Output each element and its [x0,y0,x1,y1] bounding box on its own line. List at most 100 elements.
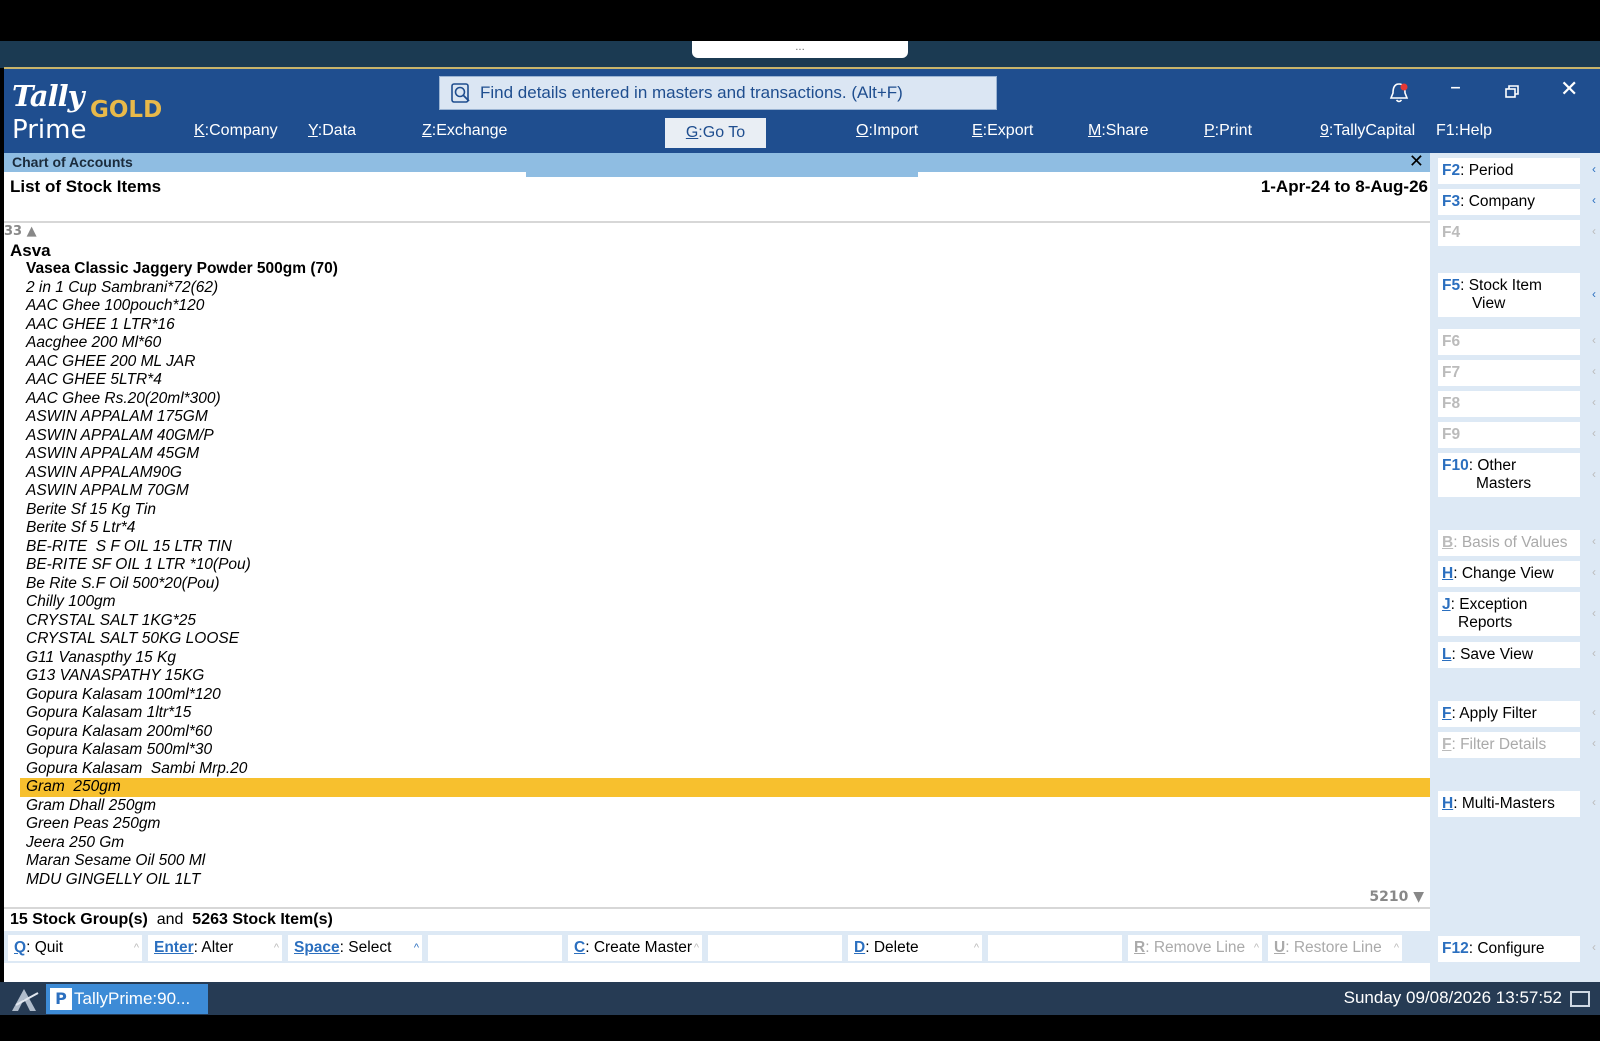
create-key: C [574,939,586,956]
f9-button[interactable]: F9 ‹ [1438,422,1596,448]
stock-item-row[interactable]: CRYSTAL SALT 50KG LOOSE [20,630,1430,649]
stock-item-row[interactable]: BE-RITE SF OIL 1 LTR *10(Pou) [20,556,1430,575]
stock-item-row[interactable]: ASWIN APPALAM90G [20,464,1430,483]
search-placeholder: Find details entered in masters and tran… [480,83,903,102]
f4-key: F4 [1442,224,1461,241]
stock-item-row[interactable]: 2 in 1 Cup Sambrani*72(62) [20,279,1430,298]
stock-item-row[interactable]: BE-RITE S F OIL 15 LTR TIN [20,538,1430,557]
filter-key: F [1442,736,1452,753]
save-view-button[interactable]: L: Save View ‹ [1438,642,1596,668]
stock-item-row[interactable]: AAC GHEE 1 LTR*16 [20,316,1430,335]
f2-period-button[interactable]: F2: Period ‹ [1438,158,1596,184]
alter-key: Enter [154,939,194,956]
f5-label2: View [1472,295,1506,312]
search-box[interactable]: Find details entered in masters and tran… [439,76,997,110]
stock-item-row[interactable]: AAC Ghee Rs.20(20ml*300) [20,390,1430,409]
stock-item-row[interactable]: Gopura Kalasam 500ml*30 [20,741,1430,760]
remove-line-button[interactable]: R: Remove Line ^ [1128,935,1262,961]
stock-item-row[interactable]: Gopura Kalasam 200ml*60 [20,723,1430,742]
stock-item-row[interactable]: Gopura Kalasam 100ml*120 [20,686,1430,705]
menu-import[interactable]: O:Import [856,122,918,140]
chevron-left-icon: ‹ [1592,736,1596,750]
stock-item-row[interactable]: Be Rite S.F Oil 500*20(Pou) [20,575,1430,594]
caret-icon: ^ [1393,942,1399,954]
f12-configure-button[interactable]: F12: Configure ‹ [1438,936,1596,962]
menu-exchange[interactable]: Z:Exchange [422,122,507,140]
period-range[interactable]: 1-Apr-24 to 8-Aug-26 [1261,177,1428,197]
menu-data[interactable]: Y:Data [308,122,356,140]
stock-item-row[interactable]: ASWIN APPALM 70GM [20,482,1430,501]
multi-masters-button[interactable]: H: Multi-Masters ‹ [1438,791,1596,817]
menu-exchange-label: Exchange [436,122,508,139]
change-view-button[interactable]: H: Change View ‹ [1438,561,1596,587]
window-drag-handle[interactable]: ... [692,41,908,58]
scroll-up-icon[interactable]: ▲ [27,224,37,239]
screen-close-icon[interactable]: ✕ [1409,151,1424,172]
menu-company-key: K [194,122,205,139]
menu-share[interactable]: M:Share [1088,122,1148,140]
stock-item-row[interactable]: ASWIN APPALAM 175GM [20,408,1430,427]
stock-item-row[interactable]: AAC GHEE 200 ML JAR [20,353,1430,372]
stock-item-row[interactable]: G11 Vanaspthy 15 Kg [20,649,1430,668]
filter-details-button[interactable]: F: Filter Details ‹ [1438,732,1596,758]
apply-filter-button[interactable]: F: Apply Filter ‹ [1438,701,1596,727]
quit-button[interactable]: Q: Quit ^ [8,935,142,961]
menu-print[interactable]: P:Print [1204,122,1252,140]
notification-center-icon[interactable] [1570,991,1590,1007]
select-button[interactable]: Space: Select ^ [288,935,422,961]
stock-group-name[interactable]: Asva [10,241,51,261]
f3-company-button[interactable]: F3: Company ‹ [1438,189,1596,215]
f7-button[interactable]: F7 ‹ [1438,360,1596,386]
close-icon[interactable]: ✕ [1560,77,1578,102]
menu-help[interactable]: F1:Help [1436,122,1492,140]
save-key: L [1442,646,1452,663]
f6-button[interactable]: F6 ‹ [1438,329,1596,355]
restore-icon[interactable] [1504,84,1520,100]
create-master-button[interactable]: C: Create Master ^ [568,935,702,961]
stock-item-row[interactable]: Aacghee 200 Ml*60 [20,334,1430,353]
menu-tallycapital[interactable]: 9:TallyCapital [1320,122,1415,140]
stock-item-row[interactable]: Gram 250gm [20,778,1430,797]
stock-item-row[interactable]: Berite Sf 5 Ltr*4 [20,519,1430,538]
stock-item-row[interactable]: CRYSTAL SALT 1KG*25 [20,612,1430,631]
stock-item-row[interactable]: Green Peas 250gm [20,815,1430,834]
menu-goto[interactable]: G:Go To [665,118,766,148]
basis-of-values-button[interactable]: B: Basis of Values ‹ [1438,530,1596,556]
stock-item-row[interactable]: Chilly 100gm [20,593,1430,612]
f8-button[interactable]: F8 ‹ [1438,391,1596,417]
exception-reports-button[interactable]: J: Exception Reports ‹ [1438,592,1596,636]
logo-tally: Tally [12,79,84,113]
stock-item-row[interactable]: Gram Dhall 250gm [20,797,1430,816]
stock-item-row[interactable]: Maran Sesame Oil 500 Ml [20,852,1430,871]
stock-item-row[interactable]: AAC GHEE 5LTR*4 [20,371,1430,390]
stock-item-row[interactable]: Gopura Kalasam Sambi Mrp.20 [20,760,1430,779]
stock-item-row[interactable]: Gopura Kalasam 1ltr*15 [20,704,1430,723]
start-menu-icon[interactable] [10,985,40,1013]
stock-item-row[interactable]: ASWIN APPALAM 40GM/P [20,427,1430,446]
stock-item-row[interactable]: G13 VANASPATHY 15KG [20,667,1430,686]
stock-group-header-row[interactable]: Vasea Classic Jaggery Powder 500gm (70) [20,260,1430,279]
menu-export[interactable]: E:Export [972,122,1033,140]
scroll-down-icon[interactable]: ▼ [1413,889,1424,905]
stock-item-row[interactable]: MDU GINGELLY OIL 1LT [20,871,1430,890]
restore-line-button[interactable]: U: Restore Line ^ [1268,935,1402,961]
multi-label: Multi-Masters [1461,795,1555,812]
f10-other-masters-button[interactable]: F10: Other Masters ‹ [1438,453,1596,497]
alter-button[interactable]: Enter: Alter ^ [148,935,282,961]
stock-item-row[interactable]: ASWIN APPALAM 45GM [20,445,1430,464]
summary-and: and [156,911,184,928]
taskbar-clock[interactable]: Sunday 09/08/2026 13:57:52 [1344,988,1562,1008]
f10-key: F10 [1442,457,1469,474]
minimize-icon[interactable]: – [1450,75,1461,100]
stock-item-row[interactable]: AAC Ghee 100pouch*120 [20,297,1430,316]
stock-item-row[interactable]: Jeera 250 Gm [20,834,1430,853]
f4-button[interactable]: F4 ‹ [1438,220,1596,246]
stock-item-row[interactable]: Berite Sf 15 Kg Tin [20,501,1430,520]
delete-button[interactable]: D: Delete ^ [848,935,982,961]
exception-key: J [1442,596,1451,613]
menu-company[interactable]: K:Company [194,122,278,140]
chevron-left-icon: ‹ [1592,333,1596,347]
notification-bell-icon[interactable] [1388,81,1410,105]
f5-stock-item-view-button[interactable]: F5: Stock Item View ‹ [1438,273,1596,317]
select-key: Space [294,939,340,956]
